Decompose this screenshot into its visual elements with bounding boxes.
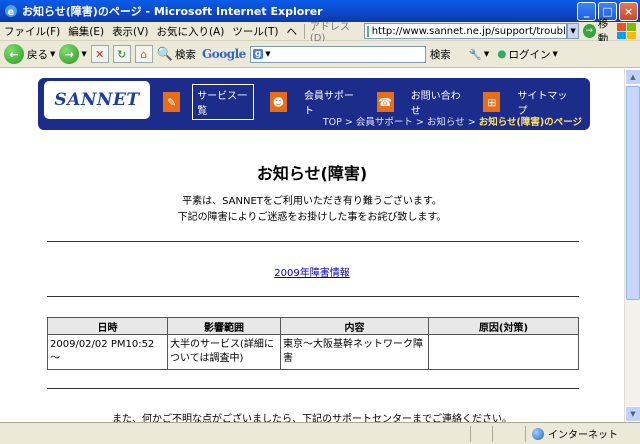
search-icon: 🔍 [156,46,173,62]
google-dropdown-icon[interactable]: ▼ [265,50,270,58]
forward-arrow-icon: → [59,44,80,64]
page-title: お知らせ(障害) [256,164,368,183]
address-field[interactable]: http://www.sannet.ne.jp/support/trouble/ [363,23,568,39]
col-details: 内容 [280,317,429,335]
toolbar: ← 戻る ▼ → ▼ ✕ ↻ ⌂ 🔍 検索 Google g ▼ 検索 🔧 ▼ ● ログイン ▼ [0,41,640,68]
table-row: 2009/02/02 PM10:52 ～ 大半のサービス(詳細については調査中)… [47,334,579,370]
cell-cause [428,334,579,370]
intro-line-2: 下記の障害によりご迷惑をお掛けした事をお詫び致します。 [177,212,447,223]
menu-help[interactable]: ヘ [282,24,301,39]
back-dropdown-icon[interactable]: ▼ [50,50,55,58]
status-bar: インターネット [0,422,640,444]
intro-line-1: 平素は、SANNETをご利用いただき有り難うございます。 [182,196,442,207]
settings-button[interactable]: 🔧 ▼ [469,48,489,61]
breadcrumb-current: お知らせ(障害)のページ [478,117,582,128]
menu-favorites[interactable]: お気に入り(A) [152,24,228,39]
cell-scope: 大半のサービス(詳細については調査中) [167,334,281,370]
menu-view[interactable]: 表示(V) [108,24,152,39]
cell-datetime: 2009/02/02 PM10:52 ～ [47,334,168,370]
breadcrumb-top[interactable]: TOP [323,117,342,128]
google-logo: Google [201,47,246,61]
back-arrow-icon: ← [4,44,24,64]
login-icon: ● [497,48,507,60]
vertical-scrollbar[interactable]: ▲ ▼ [624,69,640,422]
search-label: 検索 [174,48,196,61]
zone-label: インターネット [548,430,618,441]
col-datetime: 日時 [47,317,168,335]
back-button[interactable]: ← 戻る ▼ [4,44,55,64]
google-search-button[interactable]: 検索 [430,47,451,62]
globe-icon [532,427,544,440]
breadcrumb: TOP > 会員サポート > お知らせ > お知らせ(障害)のページ [322,117,582,128]
phone-icon: ☎ [376,92,394,112]
status-segment [492,425,514,442]
google-g-icon[interactable]: g [252,49,264,59]
cell-details: 東京～大阪基幹ネットワーク障害 [280,334,429,370]
nav-services-label: サービス一覧 [192,84,254,120]
security-zone: インターネット [525,425,640,442]
page-content: SANNET ✎ サービス一覧 ☻ 会員サポート ☎ お問い合わせ ⊞ サイトマップ T… [0,69,624,422]
col-cause: 原因(対策) [428,317,579,335]
windows-logo-icon [617,23,636,39]
login-button[interactable]: ● ログイン ▼ [497,47,558,62]
window-title: お知らせ(障害)のページ - Microsoft Internet Explor… [22,5,323,18]
table-header-row: 日時 影響範囲 内容 原因(対策) [47,317,579,335]
search-button[interactable]: 🔍 検索 [157,47,196,62]
login-label: ログイン [508,48,551,61]
nav-services[interactable]: ✎ サービス一覧 [163,84,254,120]
divider [47,388,579,389]
scroll-thumb[interactable] [626,86,640,300]
sitemap-icon: ⊞ [483,92,501,112]
col-scope: 影響範囲 [167,317,281,335]
outage-table: 日時 影響範囲 内容 原因(対策) 2009/02/02 PM10:52 ～ 大… [47,317,579,370]
go-arrow-icon: → [582,24,596,38]
person-icon: ☻ [269,92,287,112]
google-toolbar: Google g ▼ 検索 [201,45,451,63]
refresh-icon[interactable]: ↻ [112,45,131,63]
menu-separator [303,23,305,39]
sannet-logo[interactable]: SANNET [44,81,150,119]
menu-file[interactable]: ファイル(F) [0,24,64,39]
menu-tools[interactable]: ツール(T) [228,24,282,39]
scroll-up-icon[interactable]: ▲ [625,69,640,85]
address-dropdown-icon[interactable]: ▼ [567,23,579,39]
page-icon [366,25,369,37]
menu-edit[interactable]: 編集(E) [64,24,108,39]
svg-text:e: e [8,7,15,18]
breadcrumb-member-support[interactable]: 会員サポート [356,117,413,128]
divider [47,241,579,242]
status-segment [470,425,492,442]
forward-button[interactable]: → ▼ [59,44,87,64]
site-header: SANNET ✎ サービス一覧 ☻ 会員サポート ☎ お問い合わせ ⊞ サイトマップ T… [38,78,590,130]
breadcrumb-notices[interactable]: お知らせ [427,117,465,128]
google-search-input[interactable]: g ▼ [249,45,426,63]
back-label: 戻る [27,48,48,61]
ie-logo-icon: e [3,3,19,19]
menu-bar: ファイル(F) 編集(E) 表示(V) お気に入り(A) ツール(T) ヘ アド… [0,18,640,45]
intro-text: 平素は、SANNETをご利用いただき有り難うございます。 下記の障害によりご迷惑… [0,194,624,226]
archive-link[interactable]: 2009年障害情報 [0,264,624,279]
address-url: http://www.sannet.ne.jp/support/trouble/ [371,25,568,37]
pencil-icon: ✎ [163,92,181,112]
wrench-icon: 🔧 [468,48,482,61]
footer-text: また、何かご不明な点がございましたら、下記のサポートセンターまでご連絡ください。 [112,414,512,422]
scroll-down-icon[interactable]: ▼ [625,406,640,422]
divider [47,296,579,297]
stop-icon[interactable]: ✕ [90,45,109,63]
forward-dropdown-icon[interactable]: ▼ [81,50,86,58]
home-icon[interactable]: ⌂ [134,45,153,63]
close-button[interactable]: × [619,1,638,21]
